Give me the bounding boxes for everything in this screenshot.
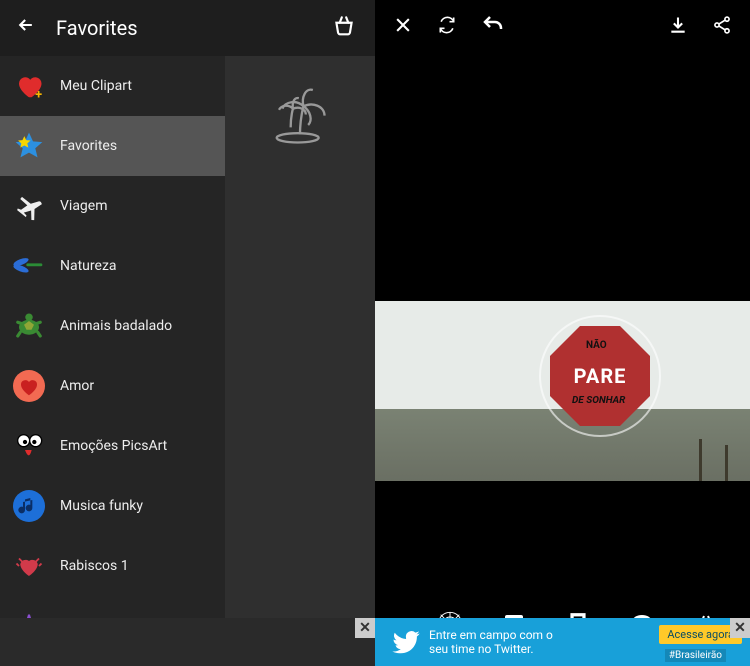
ad-left-slot: ✕ (0, 618, 375, 666)
close-button[interactable] (381, 15, 425, 35)
editor-panel: NÃO PARE DE SONHAR ◀ vo Reflexo do... Fo… (375, 0, 750, 666)
category-label: Natureza (60, 258, 117, 274)
category-label: Musica funky (60, 498, 143, 514)
sticker-grid (225, 56, 375, 666)
twitter-icon (391, 627, 421, 657)
heart-plus-icon: + (12, 69, 46, 103)
category-label: Meu Clipart (60, 78, 132, 94)
category-rabiscos1[interactable]: Rabiscos 1 (0, 536, 225, 596)
category-label: Rabiscos 1 (60, 558, 129, 574)
turtle-icon (12, 309, 46, 343)
favorites-panel: Favorites + Meu Clipart Favorites (0, 0, 375, 666)
ad-right-slot[interactable]: Entre em campo com oseu time no Twitter.… (375, 618, 750, 666)
edited-photo[interactable]: NÃO PARE DE SONHAR (375, 301, 750, 481)
editor-header (375, 0, 750, 50)
sign-bottom-text: DE SONHAR (572, 395, 625, 406)
sign-main-text: PARE (574, 364, 627, 388)
category-label: Amor (60, 378, 94, 394)
ad-hashtag: #Brasileirão (665, 649, 726, 662)
category-animais[interactable]: Animais badalado (0, 296, 225, 356)
ad-close-left[interactable]: ✕ (355, 618, 375, 638)
airplane-icon (12, 189, 46, 223)
category-meu-clipart[interactable]: + Meu Clipart (0, 56, 225, 116)
category-viagem[interactable]: Viagem (0, 176, 225, 236)
heart-circle-icon (12, 369, 46, 403)
shop-basket-icon[interactable] (323, 13, 365, 43)
ad-close-right[interactable]: ✕ (730, 618, 750, 638)
category-natureza[interactable]: Natureza (0, 236, 225, 296)
category-label: Favorites (60, 138, 117, 154)
category-label: Emoções PicsArt (60, 438, 167, 454)
category-label: Viagem (60, 198, 108, 214)
category-label: Animais badalado (60, 318, 172, 334)
ad-banner: ✕ Entre em campo com oseu time no Twitte… (0, 618, 750, 666)
star-icon (12, 129, 46, 163)
category-musica[interactable]: Musica funky (0, 476, 225, 536)
left-body: + Meu Clipart Favorites Viagem (0, 56, 375, 666)
scribble-heart-icon (12, 549, 46, 583)
undo-button[interactable] (469, 13, 517, 37)
share-button[interactable] (700, 15, 744, 35)
music-note-icon (12, 489, 46, 523)
category-favorites[interactable]: Favorites (0, 116, 225, 176)
category-amor[interactable]: Amor (0, 356, 225, 416)
stop-sign-sticker[interactable]: NÃO PARE DE SONHAR (545, 321, 655, 431)
ad-text: Entre em campo com oseu time no Twitter. (429, 628, 659, 657)
back-button[interactable] (10, 15, 42, 41)
svg-text:+: + (35, 88, 42, 102)
refresh-button[interactable] (425, 15, 469, 35)
left-header: Favorites (0, 0, 375, 56)
category-emocoes[interactable]: Emoções PicsArt (0, 416, 225, 476)
canvas[interactable]: NÃO PARE DE SONHAR (375, 50, 750, 596)
category-list[interactable]: + Meu Clipart Favorites Viagem (0, 56, 225, 666)
face-tongue-icon (12, 429, 46, 463)
page-title: Favorites (56, 16, 323, 40)
download-button[interactable] (656, 15, 700, 35)
dragonfly-icon (12, 249, 46, 283)
sticker-palm-tree[interactable] (255, 66, 345, 156)
sign-top-text: NÃO (586, 340, 607, 351)
